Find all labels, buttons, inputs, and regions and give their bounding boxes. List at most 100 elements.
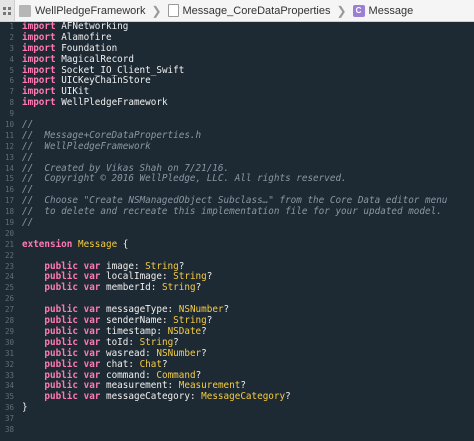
code-line[interactable]: 21 extension Message { [0, 238, 474, 251]
line-number: 6 [9, 76, 14, 86]
line-number: 9 [9, 109, 14, 119]
line-number: 37 [4, 414, 14, 424]
code-text: // WellPledgeFramework [18, 141, 151, 153]
code-line[interactable]: 8 import WellPledgeFramework [0, 97, 474, 109]
code-token: public [44, 369, 78, 381]
breadcrumb-project[interactable]: WellPledgeFramework [19, 0, 145, 21]
line-number: 28 [4, 316, 14, 326]
code-token: timestamp: [100, 325, 168, 337]
code-token: UIKit [55, 86, 90, 98]
source-editor[interactable]: 1 import AFNetworking 2 import Alamofire 3 im… [0, 22, 474, 441]
code-token: UICKeyChainStore [55, 75, 151, 87]
code-line[interactable]: 36} [0, 402, 474, 414]
code-token: WellPledgeFramework [55, 97, 168, 109]
line-number: 7 [9, 87, 14, 97]
code-line[interactable]: 38 [0, 425, 474, 436]
chevron-right-icon: ❯ [151, 3, 162, 18]
code-line[interactable]: 15 // Copyright © 2016 WellPledge, LLC. A… [0, 174, 474, 185]
code-line[interactable]: 9 [0, 109, 474, 120]
code-line[interactable]: 19 // [0, 217, 474, 229]
breadcrumb-symbol[interactable]: C Message [352, 0, 414, 21]
line-number: 27 [4, 305, 14, 315]
code-token: ? [195, 282, 202, 294]
code-line[interactable]: 35 public var messageCategory: MessageCa… [0, 391, 474, 403]
line-number: 32 [4, 359, 14, 369]
code-token: import [22, 75, 56, 87]
code-token: import [22, 22, 56, 32]
line-number: 22 [4, 250, 14, 260]
code-line[interactable]: 12 // WellPledgeFramework [0, 141, 474, 153]
code-token: var [83, 260, 101, 272]
code-text: // [18, 217, 33, 229]
line-number: 3 [9, 43, 14, 53]
code-token: ? [173, 336, 179, 348]
code-token: NSDate [167, 325, 202, 337]
code-token: public [44, 358, 78, 370]
line-number: 31 [4, 348, 14, 358]
breadcrumb-label: Message [368, 4, 414, 17]
line-number: 5 [9, 65, 14, 75]
line-number: 13 [4, 152, 14, 162]
code-token: // Copyright © 2016 WellPledge, LLC. All… [22, 173, 347, 185]
code-token: localImage: [100, 271, 174, 283]
code-token: public [44, 336, 78, 348]
line-number: 24 [4, 272, 14, 282]
related-items-button[interactable] [0, 0, 15, 21]
code-token: chat: [100, 358, 140, 370]
code-token: var [83, 369, 101, 381]
code-token: import [22, 53, 56, 65]
code-token: Foundation [55, 42, 118, 54]
code-token: var [83, 380, 101, 392]
line-number: 8 [9, 98, 14, 108]
line-number: 16 [4, 185, 14, 195]
line-number: 4 [9, 54, 14, 64]
line-number: 11 [4, 130, 14, 140]
code-line[interactable]: 25 public var memberId: String? [0, 282, 474, 294]
code-text: extension Message { [18, 238, 128, 251]
line-number: 30 [4, 337, 14, 347]
code-token: ? [223, 304, 230, 316]
code-token: public [44, 260, 78, 272]
code-token: String [139, 336, 174, 348]
code-token: Command [156, 369, 196, 381]
code-area[interactable]: 1 import AFNetworking 2 import Alamofire 3 im… [0, 22, 474, 436]
line-number: 34 [4, 381, 14, 391]
line-number: 1 [9, 22, 14, 31]
code-token: ? [178, 260, 185, 272]
code-token: ? [206, 271, 213, 283]
breadcrumb-file[interactable]: Message_CoreDataProperties [167, 0, 331, 21]
breadcrumb-label: Message_CoreDataProperties [182, 4, 331, 17]
code-token: messageType: [100, 304, 179, 316]
line-number: 17 [4, 196, 14, 206]
code-token: String [173, 315, 207, 327]
code-token: measurement: [100, 380, 179, 392]
code-token: var [83, 315, 101, 327]
code-text: // Copyright © 2016 WellPledge, LLC. All… [18, 174, 347, 185]
code-token: extension [22, 238, 73, 250]
code-text: import WellPledgeFramework [18, 97, 168, 109]
swift-file-icon [167, 4, 179, 17]
code-token: public [44, 271, 78, 283]
code-line[interactable]: 18 // to delete and recreate this impleme… [0, 206, 474, 218]
code-token: toId: [100, 336, 140, 348]
line-number: 18 [4, 207, 14, 217]
line-number: 36 [4, 403, 14, 413]
code-token: String [161, 282, 196, 294]
line-number: 38 [4, 424, 14, 434]
code-token: MessageCategory [201, 391, 286, 403]
code-token: Chat [139, 358, 162, 370]
code-token: var [83, 271, 101, 283]
code-token: senderName: [100, 315, 174, 327]
code-token: import [22, 64, 56, 76]
code-line[interactable]: 37 [0, 414, 474, 425]
line-number: 29 [4, 326, 14, 336]
code-token: MagicalRecord [55, 53, 134, 65]
code-token: public [44, 282, 78, 294]
code-token: public [44, 391, 78, 403]
